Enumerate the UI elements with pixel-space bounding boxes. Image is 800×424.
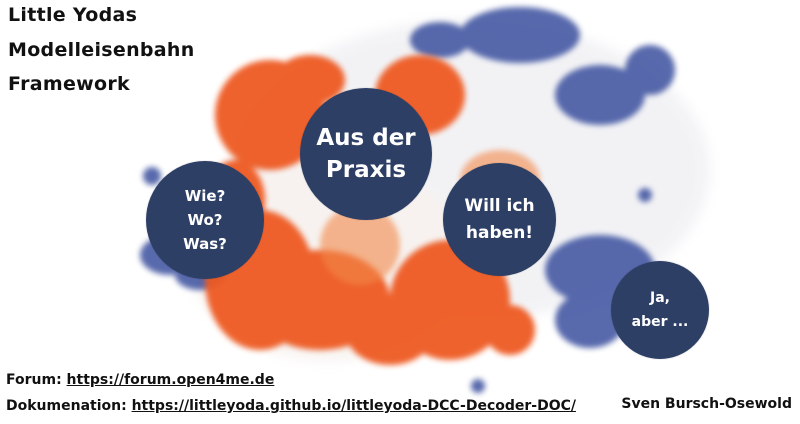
forum-link[interactable]: https://forum.open4me.de (67, 372, 275, 388)
bubble-ja-aber[interactable]: Ja, aber ... (611, 261, 709, 359)
bubble-wwo-line1: Wie? (184, 187, 226, 205)
title-line-3: Framework (8, 73, 130, 95)
bubble-haben-line1: Will ich (464, 195, 535, 216)
bubble-praxis-line1: Aus der (316, 125, 416, 151)
bubble-praxis-line2: Praxis (325, 157, 407, 183)
title-line-2: Modelleisenbahn (8, 39, 195, 61)
forum-line: Forum: https://forum.open4me.de (6, 372, 274, 388)
title-line-1: Little Yodas (8, 4, 138, 26)
doc-link[interactable]: https://littleyoda.github.io/littleyoda-… (132, 398, 576, 414)
forum-label: Forum: (6, 372, 62, 388)
doc-label: Dokumenation: (6, 398, 127, 414)
bubble-wie-wo-was[interactable]: Wie? Wo? Was? (146, 161, 264, 279)
bubble-wwo-line2: Wo? (187, 211, 223, 229)
doc-line: Dokumenation: https://littleyoda.github.… (6, 398, 576, 414)
bubble-will-ich-haben[interactable]: Will ich haben! (443, 163, 556, 276)
bubble-wwo-line3: Was? (183, 235, 227, 253)
author-name: Sven Bursch-Osewold (621, 396, 792, 412)
bubble-aber-line2: aber ... (631, 314, 689, 330)
bubble-haben-line2: haben! (465, 222, 534, 243)
bubble-aus-der-praxis[interactable]: Aus der Praxis (300, 88, 432, 220)
watercolor-background (140, 7, 710, 393)
bubble-aber-line1: Ja, (650, 290, 670, 306)
